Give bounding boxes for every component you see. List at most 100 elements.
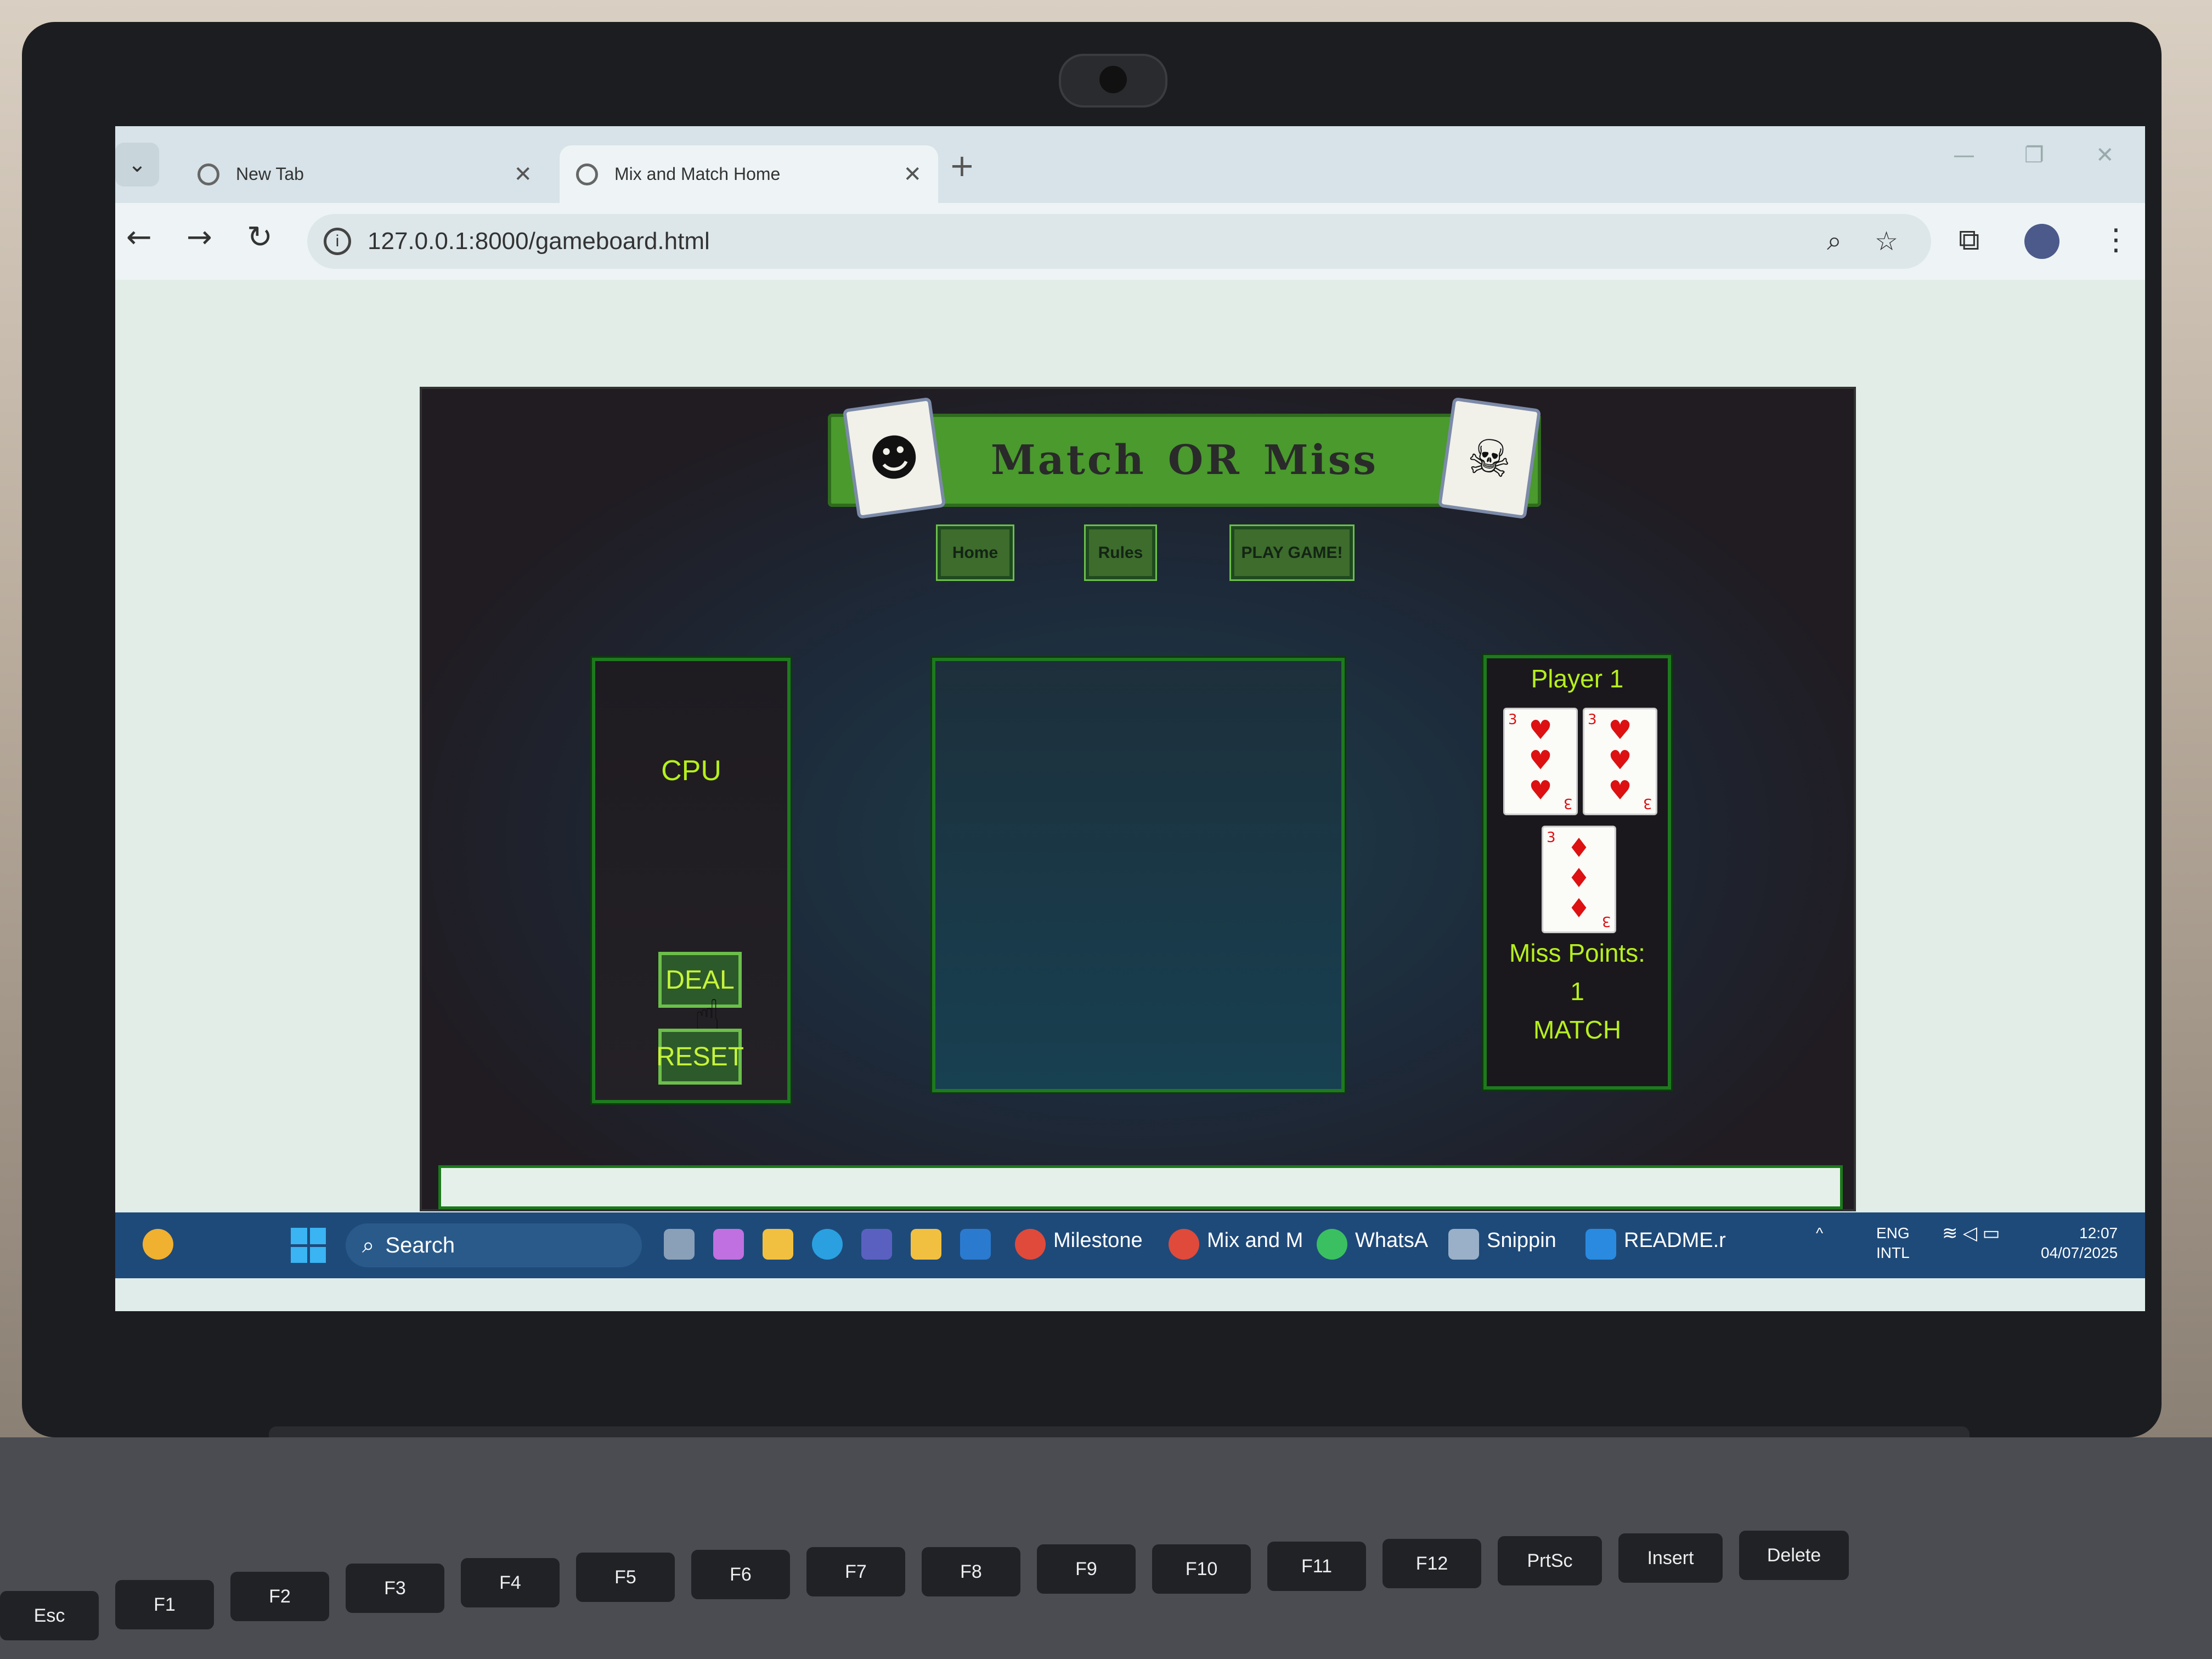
new-tab-plus-icon[interactable]: + bbox=[949, 148, 975, 184]
key: F6 bbox=[691, 1550, 790, 1599]
close-icon[interactable]: ✕ bbox=[514, 162, 532, 187]
browser-tab-bar: ⌄ New Tab ✕ Mix and Match Home ✕ + — ❐ ✕ bbox=[115, 126, 2145, 203]
player-title: Player 1 bbox=[1531, 664, 1624, 693]
language-code: ENG bbox=[1876, 1224, 1910, 1242]
url-text[interactable]: 127.0.0.1:8000/gameboard.html bbox=[368, 228, 1827, 255]
center-play-area bbox=[932, 658, 1345, 1092]
tray-overflow-chevron-icon[interactable]: ^ bbox=[1816, 1223, 1823, 1243]
logo-word-match: Match bbox=[990, 437, 1146, 484]
minimize-icon[interactable]: — bbox=[1953, 143, 1975, 168]
miss-points-value: 1 bbox=[1570, 977, 1584, 1006]
card-suit-pip: ♥ bbox=[1528, 745, 1553, 776]
taskbar-search-box[interactable]: ⌕ Search bbox=[346, 1223, 642, 1267]
game-board-frame: Match OR Miss ☻ ☠ Home Rules PLAY GAME! … bbox=[420, 387, 1856, 1211]
chrome-icon bbox=[198, 163, 219, 185]
browser-toolbar: ← → ↻ i 127.0.0.1:8000/gameboard.html ⌕ … bbox=[115, 203, 2145, 280]
more-menu-icon[interactable]: ⋮ bbox=[2101, 222, 2131, 257]
reload-icon[interactable]: ↻ bbox=[247, 219, 273, 255]
site-info-icon[interactable]: i bbox=[324, 228, 351, 255]
card-suit-pip: ♥ bbox=[1608, 715, 1632, 746]
taskbar-app-milestone[interactable]: Milestone bbox=[1053, 1229, 1143, 1252]
cpu-title: CPU bbox=[661, 755, 721, 787]
chrome-icon[interactable] bbox=[1169, 1229, 1199, 1260]
clock-date: 04/07/2025 bbox=[2041, 1244, 2118, 1261]
keyboard-layout: INTL bbox=[1876, 1244, 1910, 1261]
card-suit-pip: ♥ bbox=[1608, 745, 1632, 776]
key: F3 bbox=[346, 1564, 444, 1613]
playing-card[interactable]: 3 ♦ ♦ ♦ 3 bbox=[1542, 826, 1616, 933]
playing-card[interactable]: 3 ♥ ♥ ♥ 3 bbox=[1583, 708, 1657, 815]
keyboard-deck: Esc F1 F2 F3 F4 F5 F6 F7 F8 F9 F10 F11 F… bbox=[0, 1437, 2212, 1659]
taskbar-app-snipping[interactable]: Snippin bbox=[1487, 1229, 1556, 1252]
search-icon: ⌕ bbox=[362, 1233, 375, 1257]
tab-new-tab[interactable]: New Tab ✕ bbox=[181, 145, 549, 203]
teams-icon[interactable] bbox=[861, 1229, 892, 1260]
game-footer-bar bbox=[438, 1165, 1843, 1209]
windows-start-icon[interactable] bbox=[291, 1228, 326, 1263]
restore-icon[interactable]: ❐ bbox=[2024, 143, 2044, 168]
tab-search-chevron-icon[interactable]: ⌄ bbox=[115, 143, 159, 187]
vscode-icon[interactable] bbox=[1585, 1229, 1616, 1260]
playing-card[interactable]: 3 ♥ ♥ ♥ 3 bbox=[1503, 708, 1578, 815]
reset-button[interactable]: RESET bbox=[656, 1029, 744, 1085]
tab-label: Mix and Match Home bbox=[614, 164, 781, 184]
tab-mix-and-match[interactable]: Mix and Match Home ✕ bbox=[560, 145, 938, 203]
key: F10 bbox=[1152, 1544, 1251, 1594]
key: Delete bbox=[1739, 1531, 1849, 1580]
zoom-icon[interactable]: ⌕ bbox=[1827, 226, 1842, 257]
key: F2 bbox=[230, 1572, 329, 1621]
player-panel: Player 1 3 ♥ ♥ ♥ 3 3 ♥ ♥ ♥ 3 3 ♦ ♦ ♦ 3 M… bbox=[1483, 655, 1671, 1090]
language-indicator[interactable]: ENG INTL bbox=[1876, 1223, 1910, 1263]
wifi-volume-battery-icon[interactable]: ≋ ◁ ▭ bbox=[1942, 1223, 2000, 1243]
whatsapp-icon[interactable] bbox=[1317, 1229, 1347, 1260]
key: F7 bbox=[806, 1547, 905, 1596]
window-close-icon[interactable]: ✕ bbox=[2096, 143, 2114, 168]
task-view-icon[interactable] bbox=[664, 1229, 695, 1260]
home-button[interactable]: Home bbox=[938, 526, 1013, 579]
rules-button[interactable]: Rules bbox=[1086, 526, 1155, 579]
match-status: MATCH bbox=[1533, 1015, 1622, 1044]
taskbar-app-whatsapp[interactable]: WhatsA bbox=[1355, 1229, 1428, 1252]
card-suit-pip: ♦ bbox=[1567, 833, 1591, 864]
key: F4 bbox=[461, 1558, 560, 1607]
laptop-screen: ⌄ New Tab ✕ Mix and Match Home ✕ + — ❐ ✕… bbox=[115, 126, 2145, 1311]
address-bar[interactable]: i 127.0.0.1:8000/gameboard.html ⌕ ☆ bbox=[307, 214, 1931, 269]
weather-widget-icon[interactable] bbox=[143, 1229, 173, 1260]
copilot-icon[interactable] bbox=[713, 1229, 744, 1260]
close-icon[interactable]: ✕ bbox=[903, 162, 922, 187]
card-rank: 3 bbox=[1564, 795, 1573, 811]
profile-avatar[interactable] bbox=[2024, 224, 2059, 259]
taskbar-app-readme[interactable]: README.r bbox=[1624, 1229, 1726, 1252]
folder-icon[interactable] bbox=[911, 1229, 941, 1260]
miss-points-label: Miss Points: bbox=[1509, 939, 1645, 967]
clock[interactable]: 12:07 04/07/2025 bbox=[2041, 1223, 2118, 1263]
taskbar-search-label: Search bbox=[385, 1233, 455, 1257]
chrome-icon[interactable] bbox=[1015, 1229, 1046, 1260]
back-arrow-icon[interactable]: ← bbox=[126, 219, 152, 255]
windows-taskbar: ⌕ Search Milestone Mix and M WhatsA Snip… bbox=[115, 1212, 2145, 1278]
file-explorer-icon[interactable] bbox=[763, 1229, 793, 1260]
logo-card-skull-icon: ☠ bbox=[1437, 397, 1542, 520]
clock-time: 12:07 bbox=[2079, 1224, 2118, 1242]
key: F5 bbox=[576, 1553, 675, 1602]
taskbar-app-mix-and-match[interactable]: Mix and M bbox=[1207, 1229, 1303, 1252]
webcam bbox=[1059, 54, 1167, 108]
logo-word-miss: Miss bbox=[1263, 437, 1379, 484]
play-game-button[interactable]: PLAY GAME! bbox=[1231, 526, 1353, 579]
card-suit-pip: ♦ bbox=[1567, 863, 1591, 894]
key: F8 bbox=[922, 1547, 1020, 1596]
key: F12 bbox=[1383, 1539, 1481, 1588]
cpu-panel: CPU DEAL ☝ RESET bbox=[592, 658, 791, 1103]
card-suit-pip: ♥ bbox=[1528, 715, 1553, 746]
edge-icon[interactable] bbox=[812, 1229, 843, 1260]
extensions-puzzle-icon[interactable]: ⧉ bbox=[1959, 222, 1980, 257]
snipping-tool-icon[interactable] bbox=[1448, 1229, 1479, 1260]
webcam-lens bbox=[1099, 66, 1127, 93]
outlook-icon[interactable] bbox=[960, 1229, 991, 1260]
forward-arrow-icon[interactable]: → bbox=[187, 219, 212, 255]
key: F9 bbox=[1037, 1544, 1136, 1594]
key: Esc bbox=[0, 1591, 99, 1640]
bookmark-star-icon[interactable]: ☆ bbox=[1875, 226, 1898, 257]
web-page: Match OR Miss ☻ ☠ Home Rules PLAY GAME! … bbox=[115, 280, 2145, 1212]
laptop-lid: ⌄ New Tab ✕ Mix and Match Home ✕ + — ❐ ✕… bbox=[22, 22, 2162, 1437]
